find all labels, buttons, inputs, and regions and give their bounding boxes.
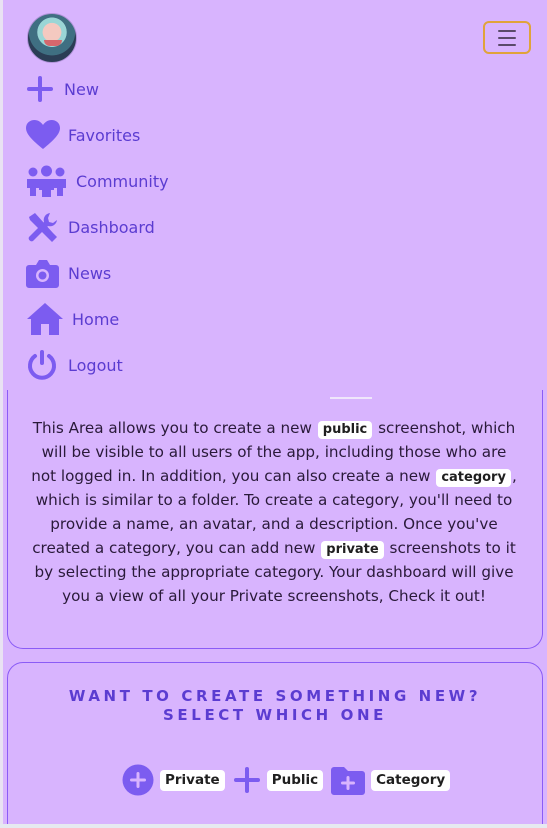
- nav-item-label: Favorites: [68, 125, 141, 145]
- nav-item-community[interactable]: Community: [26, 163, 169, 199]
- power-icon: [26, 349, 65, 381]
- nav-item-news[interactable]: News: [26, 255, 111, 291]
- keyword-badge-public: public: [317, 421, 373, 439]
- info-description: This Area allows you to create a new pub…: [28, 416, 520, 608]
- nav-item-label: Dashboard: [68, 217, 155, 237]
- plus-icon: [26, 75, 61, 103]
- avatar[interactable]: [27, 13, 77, 63]
- window-bottom-edge: [0, 824, 547, 828]
- keyword-badge-category: category: [436, 469, 511, 487]
- nav-item-label: New: [64, 79, 99, 99]
- create-private-button[interactable]: Private: [122, 764, 226, 796]
- create-category-button[interactable]: Category: [331, 765, 451, 795]
- create-option-label: Private: [160, 769, 225, 791]
- nav-item-new[interactable]: New: [26, 71, 99, 107]
- nav-item-label: Logout: [68, 355, 123, 375]
- create-option-label: Public: [266, 769, 324, 791]
- nav-item-dashboard[interactable]: Dashboard: [26, 209, 155, 245]
- camera-icon: [26, 258, 65, 288]
- hamburger-icon-line: [498, 36, 516, 39]
- nav-item-label: Home: [72, 309, 120, 329]
- plus-icon: [233, 766, 266, 794]
- nav-item-logout[interactable]: Logout: [26, 347, 123, 383]
- nav-item-home[interactable]: Home: [26, 301, 119, 337]
- nav-item-label: News: [68, 263, 112, 283]
- navbar-toggle-button[interactable]: [483, 21, 531, 54]
- people-icon: [26, 165, 73, 197]
- create-options: Private Public Category: [122, 763, 451, 797]
- create-option-label: Category: [371, 769, 451, 791]
- nav-item-favorites[interactable]: Favorites: [26, 117, 140, 153]
- tools-icon: [26, 211, 65, 244]
- home-icon: [26, 302, 69, 336]
- folder-plus-icon: [331, 765, 370, 795]
- hamburger-icon-line: [498, 43, 516, 46]
- heart-icon: [26, 120, 65, 150]
- nav-item-label: Community: [76, 171, 169, 191]
- plus-circle-icon: [122, 764, 159, 796]
- hamburger-icon-line: [498, 29, 516, 32]
- create-public-button[interactable]: Public: [233, 766, 324, 794]
- info-text-segment: This Area allows you to create a new: [32, 419, 312, 437]
- keyword-badge-private: private: [321, 541, 384, 559]
- navbar: New Favorites Community Dashboard News H…: [3, 0, 547, 398]
- create-title: WANT TO CREATE SOMETHING NEW? SELECT WHI…: [68, 687, 482, 724]
